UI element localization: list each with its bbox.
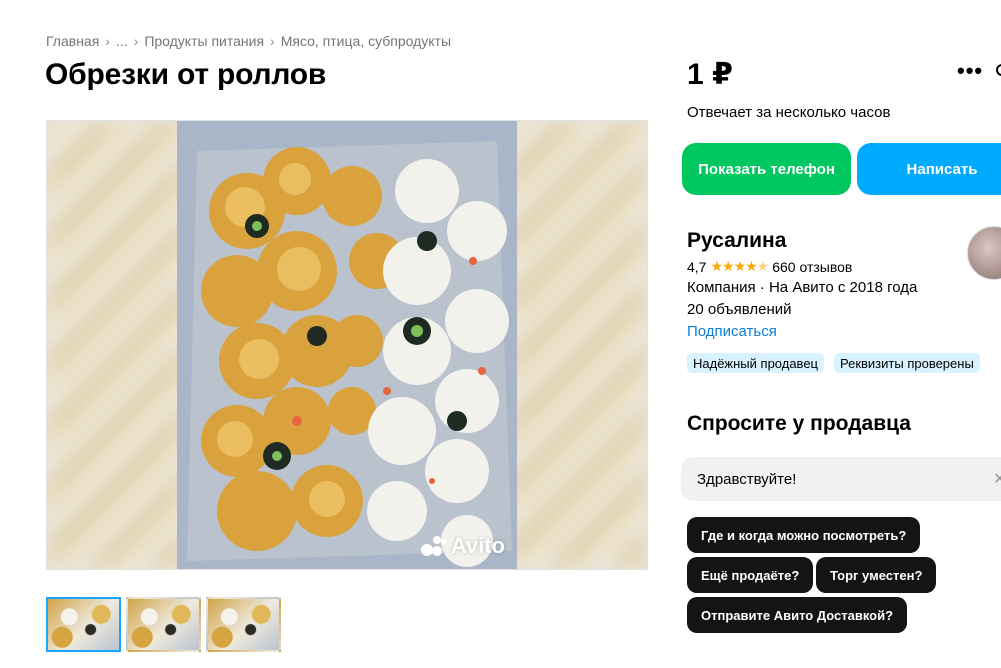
breadcrumb: Главная › ... › Продукты питания › Мясо,… bbox=[46, 33, 451, 49]
response-time: Отвечает за несколько часов bbox=[687, 104, 891, 121]
thumbnail-strip bbox=[46, 597, 281, 652]
chevron-right-icon: › bbox=[133, 33, 139, 49]
subscribe-link[interactable]: Подписаться bbox=[687, 323, 777, 340]
thumbnail-3[interactable] bbox=[206, 597, 281, 652]
close-icon[interactable]: ✕ bbox=[993, 469, 1001, 489]
page-title: Обрезки от роллов bbox=[45, 58, 327, 91]
rating-value: 4,7 bbox=[687, 258, 707, 275]
star-rating-icon: ★★★★★ bbox=[710, 258, 769, 274]
ask-seller-title: Спросите у продавца bbox=[687, 412, 911, 435]
sushi-photo bbox=[177, 121, 517, 569]
avito-logo-icon bbox=[420, 535, 447, 557]
price: 1 ₽ bbox=[687, 58, 733, 91]
show-phone-button[interactable]: Показать телефон bbox=[682, 143, 851, 195]
quick-question-delivery[interactable]: Отправите Авито Доставкой? bbox=[687, 597, 908, 633]
photo-gallery[interactable]: Avito bbox=[46, 120, 648, 570]
write-button[interactable]: Написать bbox=[857, 143, 1001, 195]
breadcrumb-meat[interactable]: Мясо, птица, субпродукты bbox=[281, 33, 451, 49]
seller-ads-count[interactable]: 20 объявлений bbox=[687, 301, 792, 318]
breadcrumb-home[interactable]: Главная bbox=[46, 33, 99, 49]
thumbnail-1[interactable] bbox=[46, 597, 121, 652]
seller-rating[interactable]: 4,7 ★★★★★ 660 отзывов bbox=[687, 258, 852, 275]
more-dots-icon[interactable]: ••• bbox=[957, 58, 983, 84]
quick-question-bargain[interactable]: Торг уместен? bbox=[816, 557, 937, 593]
chevron-right-icon: › bbox=[270, 33, 275, 49]
favorite-icon[interactable] bbox=[996, 64, 1001, 76]
main-photo[interactable]: Avito bbox=[177, 121, 517, 569]
gallery-blur-right bbox=[507, 121, 647, 569]
thumbnail-2[interactable] bbox=[126, 597, 201, 652]
watermark-text: Avito bbox=[450, 533, 505, 558]
quick-question-view[interactable]: Где и когда можно посмотреть? bbox=[687, 517, 921, 553]
seller-name[interactable]: Русалина bbox=[687, 229, 786, 253]
seller-info: Компания · На Авито с 2018 года bbox=[687, 279, 918, 296]
avatar[interactable] bbox=[967, 226, 1001, 280]
avito-watermark: Avito bbox=[420, 533, 505, 559]
reviews-count: 660 отзывов bbox=[772, 258, 853, 275]
badge-verified[interactable]: Реквизиты проверены bbox=[834, 353, 980, 373]
breadcrumb-ellipsis[interactable]: ... bbox=[116, 33, 128, 49]
quick-question-still-selling[interactable]: Ещё продаёте? bbox=[687, 557, 814, 593]
breadcrumb-food[interactable]: Продукты питания bbox=[144, 33, 264, 49]
badge-reliable-seller[interactable]: Надёжный продавец bbox=[687, 353, 824, 373]
chevron-right-icon: › bbox=[105, 33, 110, 49]
message-input[interactable] bbox=[681, 457, 1001, 501]
gallery-blur-left bbox=[47, 121, 187, 569]
